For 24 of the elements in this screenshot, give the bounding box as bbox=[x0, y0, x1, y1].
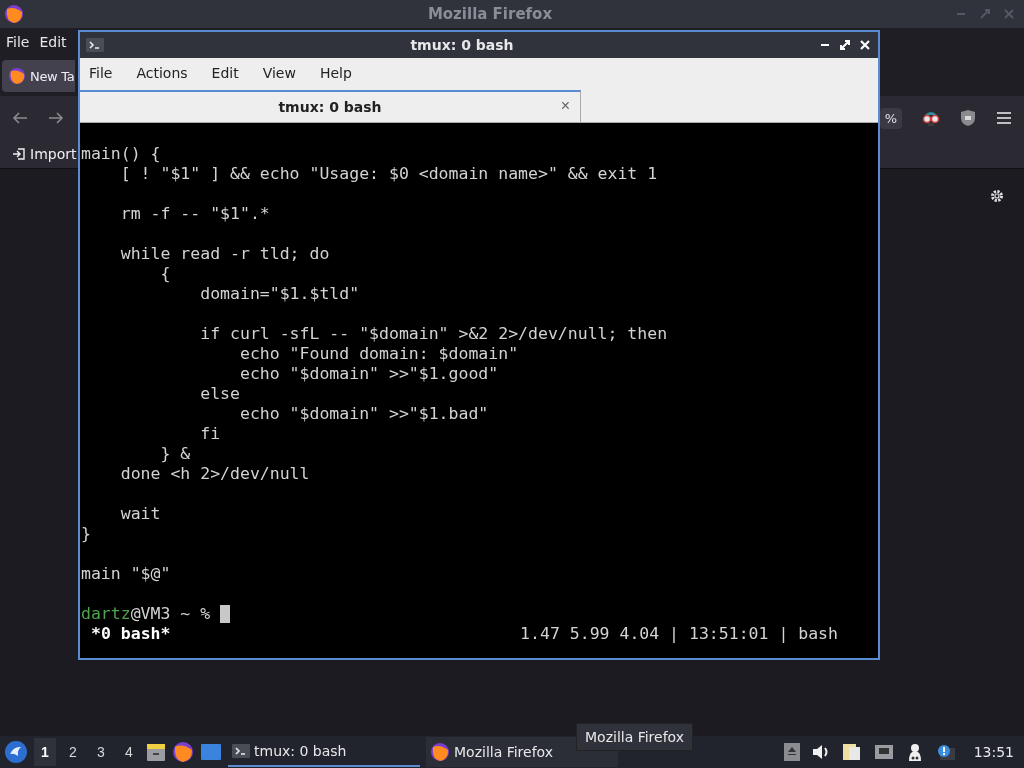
code-line: if curl -sfL -- "$domain" >&2 2>/dev/null; then bbox=[199, 324, 669, 344]
code-line: { bbox=[159, 264, 172, 284]
tmux-status: 1.47 5.99 4.04 | 13:51:01 | bash bbox=[520, 624, 839, 644]
code-line: done <h 2>/dev/null bbox=[119, 464, 311, 484]
code-line: domain="$1.$tld" bbox=[199, 284, 361, 304]
code-line: } & bbox=[159, 444, 192, 464]
code-line: echo "$domain" >>"$1.good" bbox=[238, 364, 500, 384]
prompt-user: dartz bbox=[81, 604, 131, 624]
prompt-text: @VM3 ~ % bbox=[130, 604, 212, 624]
tooltip: Mozilla Firefox bbox=[576, 723, 694, 751]
code-line: while read -r tld; do bbox=[119, 244, 331, 264]
code-line: [ ! "$1" ] && echo "Usage: $0 <domain name>" && exit 1 bbox=[119, 164, 659, 184]
tmux-window-name: *0 bash* bbox=[90, 624, 171, 644]
window-title: Mozilla Firefox bbox=[426, 5, 554, 23]
code-line: wait bbox=[119, 504, 162, 524]
window-title: tmux: 0 bash bbox=[409, 37, 515, 53]
code-line: fi bbox=[199, 424, 222, 444]
code-line: main() { bbox=[81, 144, 162, 164]
code-line: main "$@" bbox=[81, 564, 172, 584]
code-line: } bbox=[81, 524, 92, 544]
code-line: else bbox=[199, 384, 241, 404]
code-line: echo "Found domain: $domain" bbox=[238, 344, 520, 364]
code-line: rm -f -- "$1".* bbox=[119, 204, 271, 224]
code-line: echo "$domain" >>"$1.bad" bbox=[238, 404, 490, 424]
